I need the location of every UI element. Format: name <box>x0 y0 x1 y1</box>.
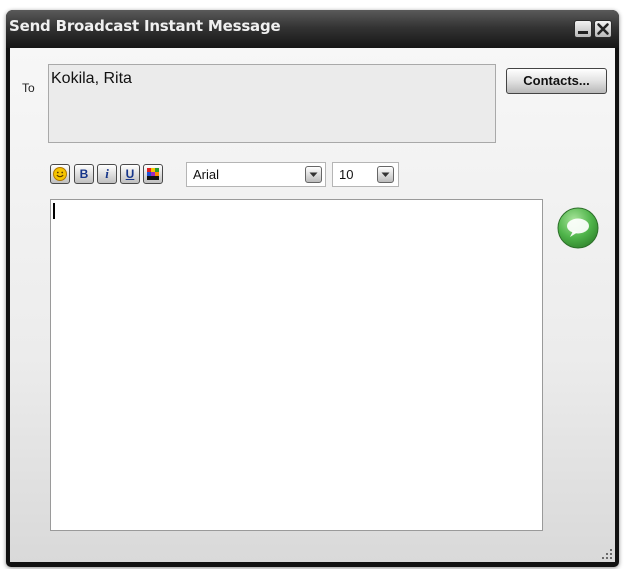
emoticon-button[interactable] <box>50 164 70 184</box>
close-button[interactable] <box>594 20 612 38</box>
text-caret <box>53 203 55 219</box>
speech-bubble-send-icon <box>557 207 599 249</box>
color-palette-icon <box>147 168 159 180</box>
chevron-down-icon <box>381 172 390 177</box>
window-title: Send Broadcast Instant Message <box>9 17 281 35</box>
font-dropdown-button[interactable] <box>305 166 322 183</box>
font-family-value: Arial <box>193 167 220 182</box>
title-bar[interactable]: Send Broadcast Instant Message <box>6 10 619 48</box>
contacts-button[interactable]: Contacts... <box>506 68 607 94</box>
minimize-icon <box>578 31 588 34</box>
italic-label: i <box>105 166 109 181</box>
message-input[interactable] <box>50 199 543 531</box>
send-button[interactable] <box>556 206 600 250</box>
size-dropdown-button[interactable] <box>377 166 394 183</box>
italic-button[interactable]: i <box>97 164 117 184</box>
underline-label: U <box>125 167 135 181</box>
to-label: To <box>22 81 35 95</box>
resize-grip[interactable] <box>601 548 613 560</box>
recipients-field[interactable]: Kokila, Rita <box>48 64 496 143</box>
close-icon <box>597 23 609 35</box>
broadcast-message-window: Send Broadcast Instant Message To Kokila… <box>6 10 619 567</box>
underline-button[interactable]: U <box>120 164 140 184</box>
smiley-icon <box>53 167 67 181</box>
bold-button[interactable]: B <box>74 164 94 184</box>
font-family-select[interactable]: Arial <box>186 162 326 187</box>
chevron-down-icon <box>309 172 318 177</box>
minimize-button[interactable] <box>574 20 592 38</box>
message-panel: To Kokila, Rita Contacts... B i U Arial … <box>10 48 615 562</box>
font-size-value: 10 <box>339 167 354 182</box>
font-size-select[interactable]: 10 <box>332 162 399 187</box>
text-color-button[interactable] <box>143 164 163 184</box>
bold-label: B <box>79 167 89 181</box>
